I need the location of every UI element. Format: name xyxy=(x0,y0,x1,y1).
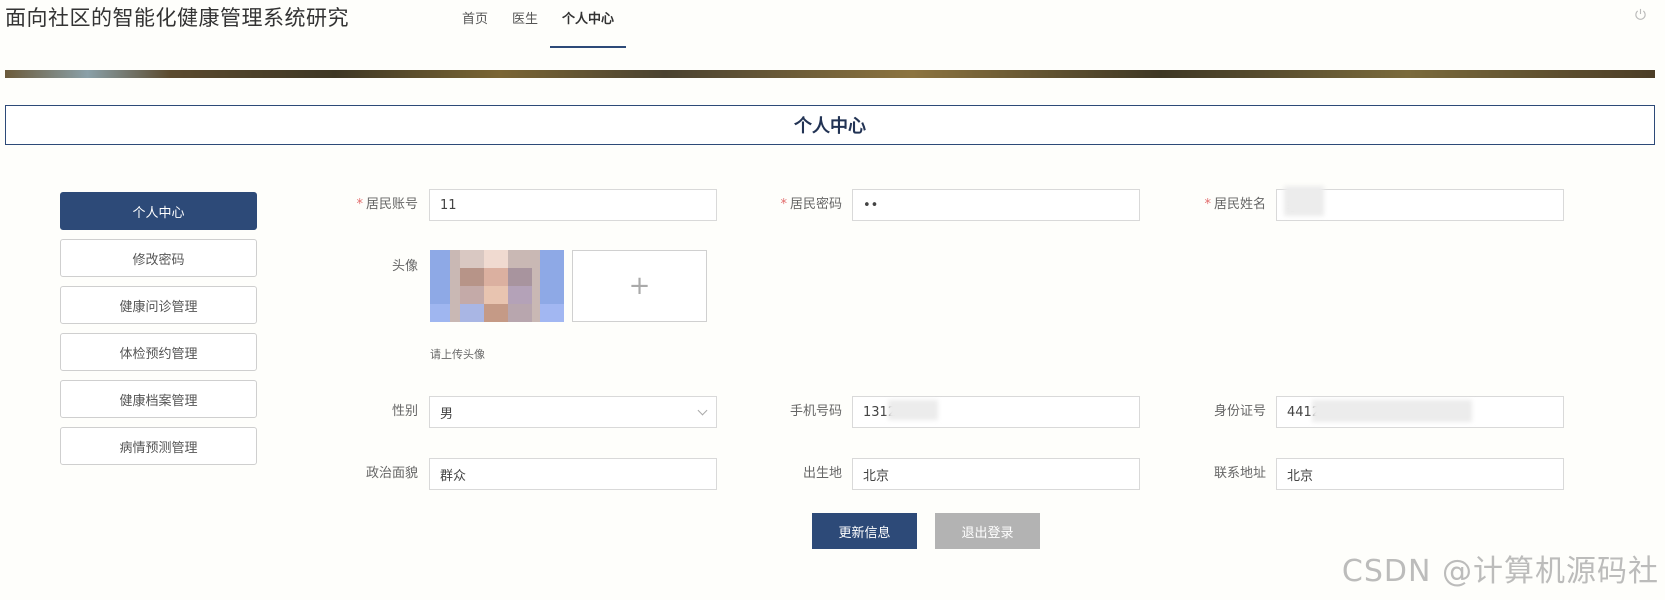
phone-label: 手机号码 xyxy=(789,404,842,419)
address-input[interactable]: 北京 xyxy=(1276,458,1564,490)
political-label: 政治面貌 xyxy=(365,466,418,481)
sidebar-item-personal-center[interactable]: 个人中心 xyxy=(60,192,257,230)
upload-hint: 请上传头像 xyxy=(430,348,485,361)
privacy-blur xyxy=(888,400,938,420)
sidebar-item-checkup[interactable]: 体检预约管理 xyxy=(60,333,257,371)
update-info-button[interactable]: 更新信息 xyxy=(812,513,917,549)
nav-home[interactable]: 首页 xyxy=(450,0,500,48)
password-label: * 居民密码 xyxy=(780,197,842,212)
nav-personal-center[interactable]: 个人中心 xyxy=(550,0,627,48)
plus-icon: + xyxy=(628,271,651,301)
account-label: * 居民账号 xyxy=(356,197,418,212)
gender-label: 性别 xyxy=(391,404,418,419)
banner-image xyxy=(5,70,1655,78)
header: 面向社区的智能化健康管理系统研究 首页 医生 个人中心 xyxy=(0,0,1665,70)
avatar-label: 头像 xyxy=(391,259,418,274)
power-icon[interactable] xyxy=(1634,8,1647,21)
page-title: 个人中心 xyxy=(794,116,866,137)
privacy-blur xyxy=(1312,400,1472,422)
sidebar-item-health-records[interactable]: 健康档案管理 xyxy=(60,380,257,418)
account-input[interactable]: 11 xyxy=(429,189,717,221)
idcard-label: 身份证号 xyxy=(1213,404,1266,419)
political-input[interactable]: 群众 xyxy=(429,458,717,490)
address-label: 联系地址 xyxy=(1213,466,1266,481)
app-title: 面向社区的智能化健康管理系统研究 xyxy=(5,6,349,30)
sidebar: 个人中心 修改密码 健康问诊管理 体检预约管理 健康档案管理 病情预测管理 xyxy=(60,192,257,474)
watermark: CSDN @计算机源码社 xyxy=(1341,554,1659,589)
top-nav: 首页 医生 个人中心 xyxy=(450,0,627,48)
logout-button[interactable]: 退出登录 xyxy=(935,513,1040,549)
nav-doctor[interactable]: 医生 xyxy=(500,0,550,48)
page-title-bar: 个人中心 xyxy=(5,105,1655,145)
upload-avatar-button[interactable]: + xyxy=(572,250,707,322)
password-input[interactable]: •• xyxy=(852,189,1140,221)
birthplace-input[interactable]: 北京 xyxy=(852,458,1140,490)
sidebar-item-consultation[interactable]: 健康问诊管理 xyxy=(60,286,257,324)
sidebar-item-change-password[interactable]: 修改密码 xyxy=(60,239,257,277)
birthplace-label: 出生地 xyxy=(802,466,842,481)
name-label: * 居民姓名 xyxy=(1204,197,1266,212)
avatar-image xyxy=(430,250,564,322)
gender-select[interactable]: 男 xyxy=(429,396,717,428)
privacy-blur xyxy=(1284,186,1324,216)
sidebar-item-prediction[interactable]: 病情预测管理 xyxy=(60,427,257,465)
